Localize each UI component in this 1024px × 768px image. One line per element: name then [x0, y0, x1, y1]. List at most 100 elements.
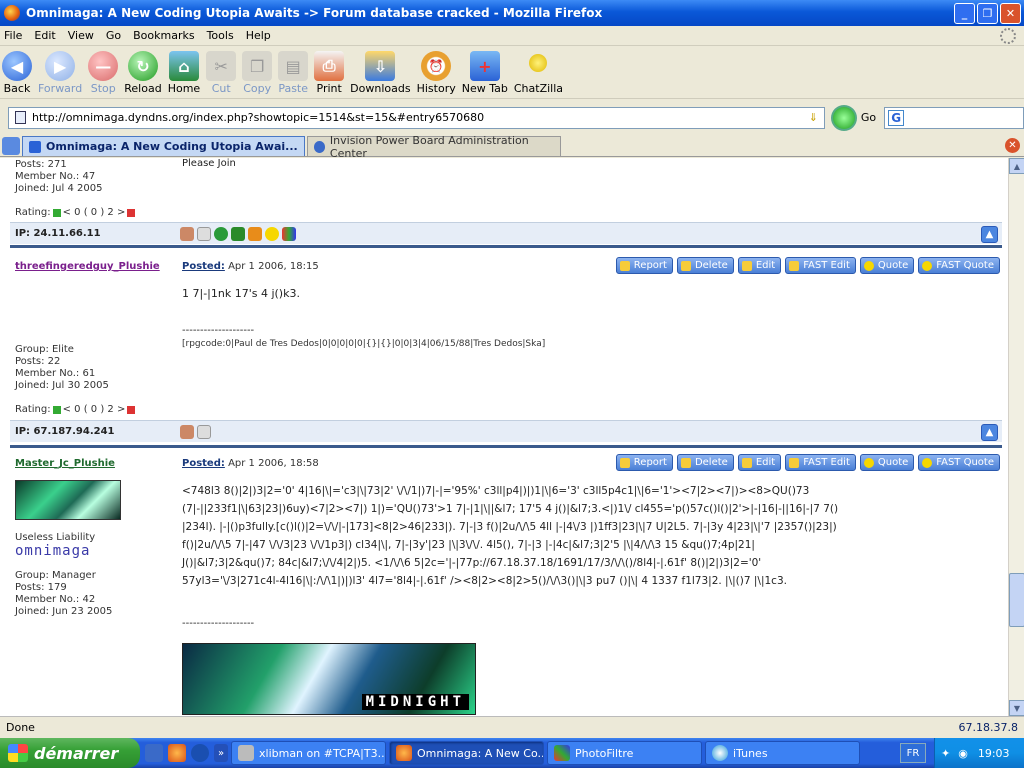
pm-icon[interactable] — [197, 226, 211, 241]
home-label: Home — [167, 82, 201, 95]
scroll-thumb[interactable] — [1009, 573, 1024, 627]
post2-ip-bar: IP: 67.187.94.241 ▲ — [10, 420, 1002, 442]
menu-view[interactable]: View — [68, 29, 94, 42]
fast-quote-button[interactable]: FAST Quote — [918, 257, 1000, 274]
url-input[interactable]: http://omnimaga.dyndns.org/index.php?sho… — [8, 106, 825, 129]
menu-file[interactable]: File — [4, 29, 22, 42]
cut-button[interactable]: ✂ Cut — [206, 51, 237, 95]
history-clock-icon: ⏰ — [421, 51, 452, 81]
url-text: http://omnimaga.dyndns.org/index.php?sho… — [32, 111, 485, 124]
vertical-scrollbar[interactable]: ▲ ▼ — [1008, 158, 1024, 716]
rating-minus-icon[interactable] — [127, 405, 136, 414]
quicklaunch-desktop-icon[interactable] — [145, 744, 163, 762]
profile-icon[interactable] — [180, 226, 194, 241]
signature-banner-image: MIDNIGHT — [182, 643, 476, 715]
menu-go[interactable]: Go — [106, 29, 121, 42]
go-button[interactable] — [830, 104, 857, 131]
close-tab-icon[interactable]: ✕ — [1005, 138, 1020, 153]
tab-omnimaga[interactable]: Omnimaga: A New Coding Utopia Awai... — [22, 136, 305, 156]
pm-icon[interactable] — [197, 424, 211, 439]
scroll-up-icon[interactable]: ▲ — [1009, 158, 1024, 174]
go-label[interactable]: Go — [861, 111, 876, 124]
task-firefox[interactable]: Omnimaga: A New Co... — [389, 741, 544, 765]
fast-edit-button[interactable]: FAST Edit — [785, 257, 856, 274]
quote-button[interactable]: Quote — [859, 257, 915, 274]
copy-button[interactable]: ❐ Copy — [242, 51, 273, 95]
minimize-button[interactable]: _ — [954, 3, 975, 24]
forward-button[interactable]: ▶ Forward — [38, 51, 82, 95]
rating-minus-icon[interactable] — [127, 208, 136, 217]
reload-button[interactable]: ↻ Reload — [124, 51, 162, 95]
back-button[interactable]: ◀ Back — [2, 51, 32, 95]
windows-logo-icon — [8, 744, 28, 762]
downloads-button[interactable]: ⇩ Downloads — [350, 51, 411, 95]
edit-label: Edit — [755, 260, 776, 271]
quicklaunch-expand-icon[interactable]: » — [214, 744, 228, 762]
scroll-top-icon[interactable]: ▲ — [981, 226, 998, 243]
new-tab-button[interactable]: + New Tab — [462, 51, 508, 95]
bookmark-arrow-icon[interactable]: ⇓ — [809, 111, 818, 124]
profile-icon[interactable] — [180, 424, 194, 439]
menu-help[interactable]: Help — [246, 29, 271, 42]
maximize-button[interactable]: ❐ — [977, 3, 998, 24]
edit-button[interactable]: Edit — [737, 454, 782, 471]
post2-rating: Rating: < 0 ( 0 ) 2 > — [15, 404, 136, 415]
post3-username[interactable]: Master_Jc_Plushie — [15, 458, 115, 469]
task-photofiltre-label: PhotoFiltre — [575, 746, 634, 760]
fast-quote-icon — [922, 260, 933, 271]
tray-network-icon[interactable]: ✦ — [941, 747, 950, 760]
icq-icon[interactable] — [231, 226, 245, 241]
paste-button[interactable]: ▤ Paste — [278, 51, 309, 95]
report-icon — [619, 457, 630, 468]
tab-invision-admin[interactable]: Invision Power Board Administration Cent… — [306, 134, 561, 160]
google-search-input[interactable]: G — [884, 106, 1024, 129]
menu-tools[interactable]: Tools — [207, 29, 234, 42]
scroll-top-icon[interactable]: ▲ — [981, 424, 998, 441]
yahoo-icon[interactable] — [265, 226, 279, 241]
fast-edit-label: FAST Edit — [803, 260, 850, 271]
menu-edit[interactable]: Edit — [34, 29, 55, 42]
history-button[interactable]: ⏰ History — [417, 51, 456, 95]
delete-button[interactable]: Delete — [676, 454, 734, 471]
start-button[interactable]: démarrer — [0, 738, 140, 768]
home-icon: ⌂ — [168, 51, 199, 81]
report-button[interactable]: Report — [615, 257, 673, 274]
scroll-down-icon[interactable]: ▼ — [1009, 700, 1024, 716]
post2-sig-divider: -------------------- — [182, 325, 255, 336]
task-itunes[interactable]: iTunes — [705, 741, 860, 765]
post2-username[interactable]: threefingeredguy_Plushie — [15, 261, 160, 272]
post-separator — [10, 445, 1002, 448]
post2-posts: Posts: 22 — [15, 356, 61, 367]
chatzilla-button[interactable]: ChatZilla — [514, 51, 563, 95]
edit-button[interactable]: Edit — [737, 257, 782, 274]
print-button[interactable]: ⎙ Print — [314, 51, 345, 95]
print-icon: ⎙ — [314, 51, 345, 81]
fast-edit-button[interactable]: FAST Edit — [785, 454, 856, 471]
website-icon[interactable] — [214, 226, 228, 241]
quote-button[interactable]: Quote — [859, 454, 915, 471]
delete-button[interactable]: Delete — [676, 257, 734, 274]
new-tab-icon[interactable] — [2, 137, 20, 155]
stop-button[interactable]: — Stop — [88, 51, 119, 95]
menu-bookmarks[interactable]: Bookmarks — [133, 29, 194, 42]
new-tab-label: New Tab — [461, 82, 508, 95]
tray-clock: 19:03 — [977, 746, 1010, 760]
language-indicator[interactable]: FR — [900, 743, 926, 763]
aim-icon[interactable] — [248, 226, 262, 241]
tray-volume-icon[interactable]: ◉ — [958, 747, 968, 760]
report-button[interactable]: Report — [615, 454, 673, 471]
task-xchat-label: xlibman on #TCPA|T3... — [259, 746, 386, 760]
quicklaunch-media-icon[interactable] — [191, 744, 209, 762]
close-button[interactable]: ✕ — [1000, 3, 1021, 24]
rating-plus-icon[interactable] — [52, 208, 61, 217]
msn-icon[interactable] — [282, 226, 296, 241]
rating-plus-icon[interactable] — [52, 405, 61, 414]
fast-quote-button[interactable]: FAST Quote — [918, 454, 1000, 471]
task-xchat[interactable]: xlibman on #TCPA|T3... — [231, 741, 386, 765]
task-photofiltre[interactable]: PhotoFiltre — [547, 741, 702, 765]
home-button[interactable]: ⌂ Home — [168, 51, 200, 95]
avatar — [15, 480, 121, 520]
post3-posted: Posted: Apr 1 2006, 18:58 — [182, 458, 319, 469]
back-label: Back — [3, 82, 31, 95]
quicklaunch-firefox-icon[interactable] — [168, 744, 186, 762]
